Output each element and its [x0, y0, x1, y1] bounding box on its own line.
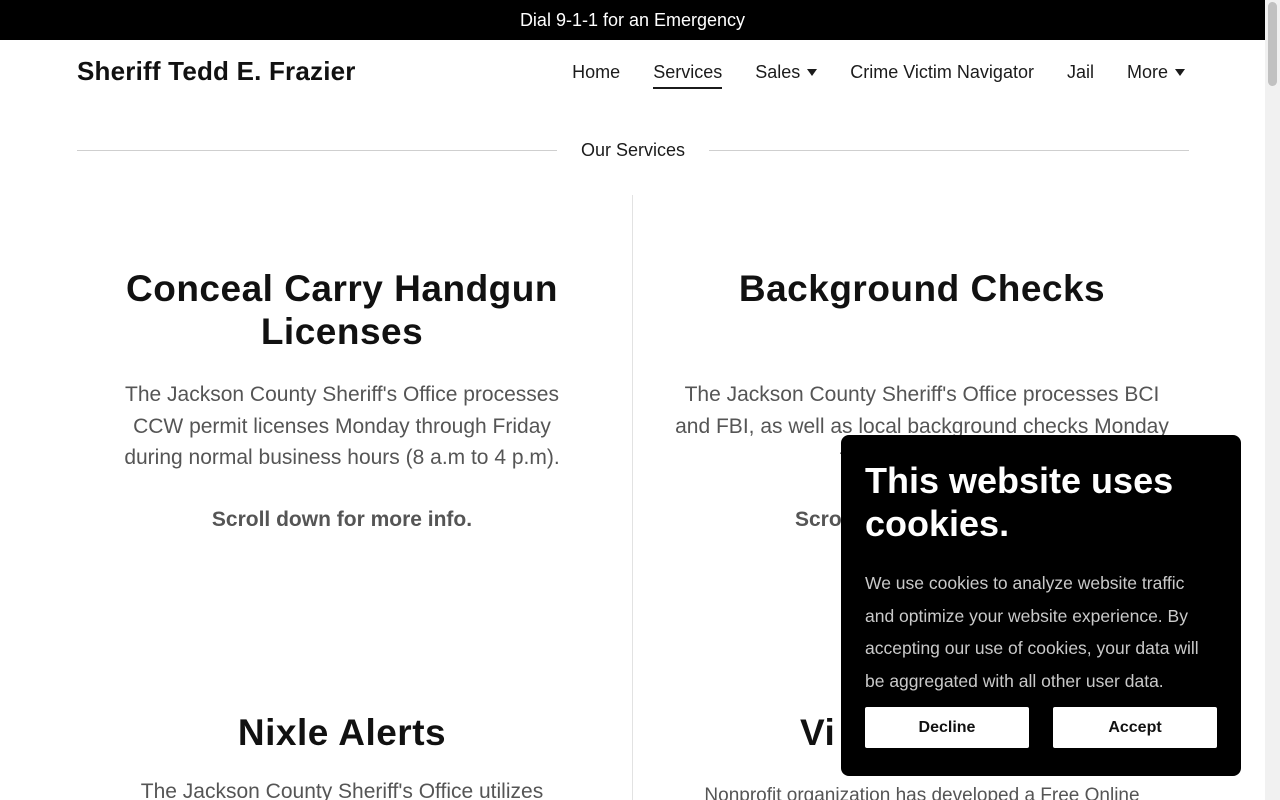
service-ccw: Conceal Carry Handgun Licenses [80, 267, 604, 353]
service-vine: Vi [800, 711, 835, 754]
nav-jail[interactable]: Jail [1067, 62, 1094, 89]
main-nav: Home Services Sales Crime Victim Navigat… [539, 62, 1185, 89]
service-ccw-body-wrap: The Jackson County Sheriff's Office proc… [80, 379, 604, 474]
service-background-more: Scro [795, 508, 842, 531]
service-nixle-title: Nixle Alerts [237, 712, 447, 753]
service-background: Background Checks [660, 267, 1184, 310]
section-heading: Our Services [77, 138, 1189, 162]
service-ccw-body: The Jackson County Sheriff's Office proc… [124, 383, 560, 469]
service-background-title: Background Checks [738, 268, 1106, 309]
announcement-text: Dial 9-1-1 for an Emergency [519, 9, 746, 30]
site-brand[interactable]: Sheriff Tedd E. Frazier [77, 56, 356, 87]
service-ccw-title: Conceal Carry Handgun Licenses [126, 268, 558, 352]
caret-down-icon [807, 69, 818, 76]
nav-sales[interactable]: Sales [755, 62, 818, 89]
accept-button[interactable]: Accept [1053, 707, 1217, 748]
nav-more-label: More [1126, 62, 1168, 82]
nav-crime-victim-navigator-label: Crime Victim Navigator [850, 62, 1034, 82]
emergency-announcement-bar: Dial 9-1-1 for an Emergency [0, 0, 1265, 40]
service-vine-body: Nonprofit organization has developed a F… [704, 785, 1140, 800]
service-background-more-wrap: Scro [795, 504, 842, 536]
nav-more[interactable]: More [1127, 62, 1185, 89]
nav-home[interactable]: Home [572, 62, 620, 89]
page: Dial 9-1-1 for an Emergency Sheriff Tedd… [0, 0, 1280, 800]
service-nixle: Nixle Alerts [80, 711, 604, 754]
service-vine-body-wrap: Nonprofit organization has developed a F… [660, 780, 1184, 800]
service-ccw-more-wrap: Scroll down for more info. [80, 504, 604, 536]
decline-button[interactable]: Decline [865, 707, 1029, 748]
cookie-buttons: Decline Accept [865, 707, 1217, 748]
divider-line-right [709, 149, 1189, 151]
nav-crime-victim-navigator[interactable]: Crime Victim Navigator [850, 62, 1034, 89]
nav-services[interactable]: Services [653, 62, 723, 89]
cookie-body: We use cookies to analyze website traffi… [865, 573, 1199, 691]
service-nixle-body-wrap: The Jackson County Sheriff's Office util… [80, 776, 604, 800]
caret-down-icon [1175, 69, 1185, 76]
service-vine-title: Vi [800, 712, 836, 753]
section-title-text: Our Services [580, 139, 686, 160]
cookie-title: This website uses cookies. [865, 460, 1174, 544]
service-ccw-more: Scroll down for more info. [211, 508, 473, 531]
scrollbar-thumb[interactable] [1268, 2, 1277, 86]
page-scrollbar[interactable] [1265, 0, 1280, 800]
nav-services-label: Services [653, 62, 723, 82]
cookie-consent-dialog: This website uses cookies. We use cookie… [841, 435, 1241, 776]
nav-jail-label: Jail [1066, 62, 1094, 82]
service-nixle-body: The Jackson County Sheriff's Office util… [140, 780, 544, 800]
nav-sales-label: Sales [755, 62, 801, 82]
nav-home-label: Home [572, 62, 621, 82]
divider-line-left [77, 149, 557, 151]
column-divider [632, 195, 633, 800]
